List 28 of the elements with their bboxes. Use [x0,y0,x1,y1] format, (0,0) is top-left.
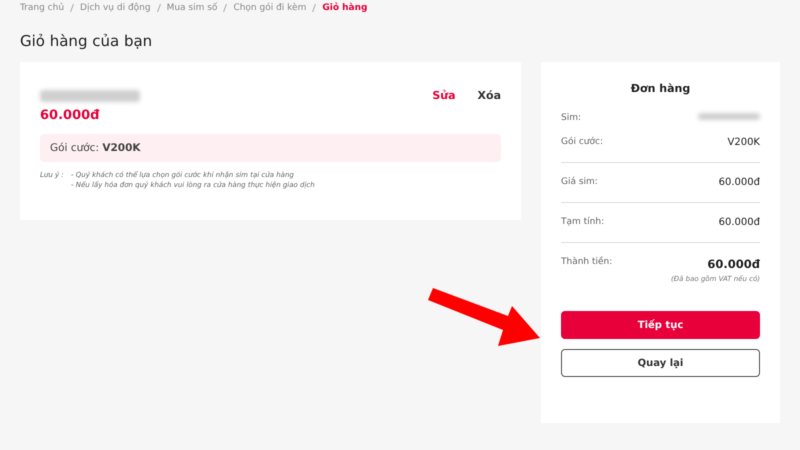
arrow-icon [428,288,540,346]
delete-link[interactable]: Xóa [478,89,501,102]
separator-icon [312,4,316,12]
package-info: Gói cước: V200K [40,134,501,162]
item-price: 60.000đ [40,108,100,123]
row-value: 60.000đ [718,177,760,188]
redacted-number [698,113,760,120]
back-button[interactable]: Quay lại [561,349,760,377]
page-title: Giỏ hàng của bạn [20,32,154,50]
row-label: Thành tiền: [561,257,612,267]
breadcrumb-link[interactable]: Trang chủ [20,3,64,13]
separator-icon [223,4,228,12]
row-label: Giá sim: [561,177,598,187]
edit-link[interactable]: Sửa [432,89,456,102]
row-value: V200K [728,137,760,148]
row-label: Tạm tính: [561,217,604,227]
row-label: Sim: [561,113,582,123]
order-title: Đơn hàng [630,82,692,95]
breadcrumb-link[interactable]: Giỏ hàng [322,3,368,13]
breadcrumb-link[interactable]: Mua sim số [166,3,218,13]
continue-button[interactable]: Tiếp tục [561,311,760,339]
row-label: Gói cước: [561,137,603,147]
separator-icon [156,4,161,12]
row-value: 60.000đ [718,217,760,228]
breadcrumb-link[interactable]: Dịch vụ di động [80,3,151,13]
total-value: 60.000đ [707,257,760,271]
breadcrumb-link[interactable]: Chọn gói đi kèm [233,3,306,13]
separator-icon [70,4,74,12]
